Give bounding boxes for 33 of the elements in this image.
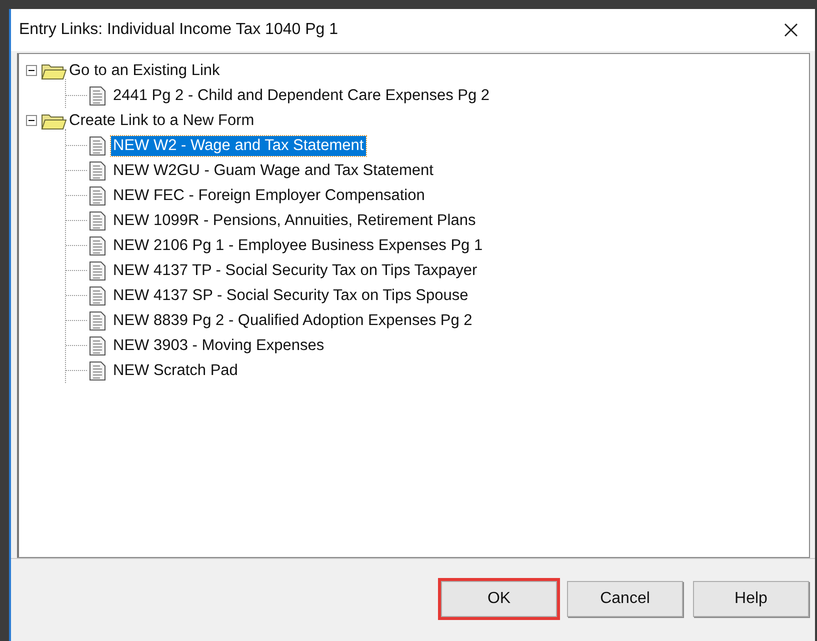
dialog-button[interactable]: Help: [693, 581, 809, 617]
dialog-button[interactable]: OK: [441, 581, 557, 617]
document-icon: [89, 286, 106, 306]
close-icon: [783, 22, 799, 38]
collapse-toggle-icon[interactable]: [26, 115, 37, 126]
folder-icon: [41, 112, 67, 130]
tree-item[interactable]: NEW 3903 - Moving Expenses: [111, 336, 326, 356]
tree-item[interactable]: Create Link to a New Form: [69, 112, 254, 130]
tree-item[interactable]: NEW 8839 Pg 2 - Qualified Adoption Expenses Pg 2: [111, 310, 474, 330]
document-icon: [89, 160, 106, 180]
tree-item[interactable]: NEW 4137 SP - Social Security Tax on Tips Spouse: [111, 286, 470, 306]
document-icon: [89, 336, 106, 356]
tree-item[interactable]: 2441 Pg 2 - Child and Dependent Care Expenses Pg 2: [111, 86, 492, 106]
document-icon: [89, 236, 106, 256]
tree-item[interactable]: NEW FEC - Foreign Employer Compensation: [111, 186, 427, 206]
tree-item[interactable]: NEW Scratch Pad: [111, 360, 240, 380]
document-icon: [89, 86, 106, 106]
tree-item[interactable]: Go to an Existing Link: [69, 62, 220, 80]
document-icon: [89, 186, 106, 206]
tree-item[interactable]: NEW W2GU - Guam Wage and Tax Statement: [111, 160, 436, 180]
tree-item[interactable]: NEW 2106 Pg 1 - Employee Business Expenses Pg 1: [111, 236, 485, 256]
window-title: Entry Links: Individual Income Tax 1040 Pg 1: [19, 21, 338, 39]
tree-item[interactable]: NEW W2 - Wage and Tax Statement: [111, 136, 366, 156]
collapse-toggle-icon[interactable]: [26, 65, 37, 76]
document-icon: [89, 136, 106, 156]
tree-item[interactable]: NEW 1099R - Pensions, Annuities, Retirement Plans: [111, 210, 478, 230]
folder-icon: [41, 62, 67, 80]
document-icon: [89, 310, 106, 330]
tree-item[interactable]: NEW 4137 TP - Social Security Tax on Tips Taxpayer: [111, 260, 480, 280]
dialog-button[interactable]: Cancel: [567, 581, 683, 617]
document-icon: [89, 360, 106, 380]
document-icon: [89, 260, 106, 280]
document-icon: [89, 210, 106, 230]
